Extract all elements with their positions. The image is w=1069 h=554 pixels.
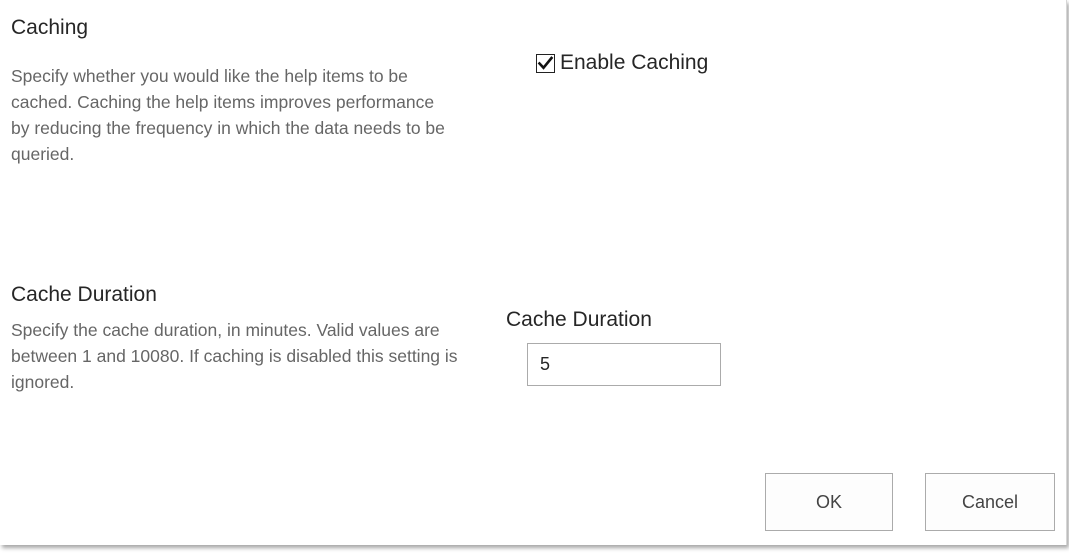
ok-button[interactable]: OK [765,473,893,531]
cache-duration-field-label: Cache Duration [506,308,652,331]
enable-caching-checkbox-row[interactable]: Enable Caching [536,51,708,75]
settings-dialog: Caching Specify whether you would like t… [0,0,1067,545]
checkmark-icon [537,55,554,70]
cache-duration-section-title: Cache Duration [11,283,157,306]
enable-caching-label: Enable Caching [560,51,709,74]
cache-duration-section-description: Specify the cache duration, in minutes. … [11,320,458,392]
cache-duration-input[interactable] [527,343,721,386]
caching-section-description: Specify whether you would like the help … [11,66,445,164]
caching-section-title: Caching [11,16,89,39]
enable-caching-checkbox[interactable] [536,53,555,73]
cancel-button[interactable]: Cancel [925,473,1055,531]
